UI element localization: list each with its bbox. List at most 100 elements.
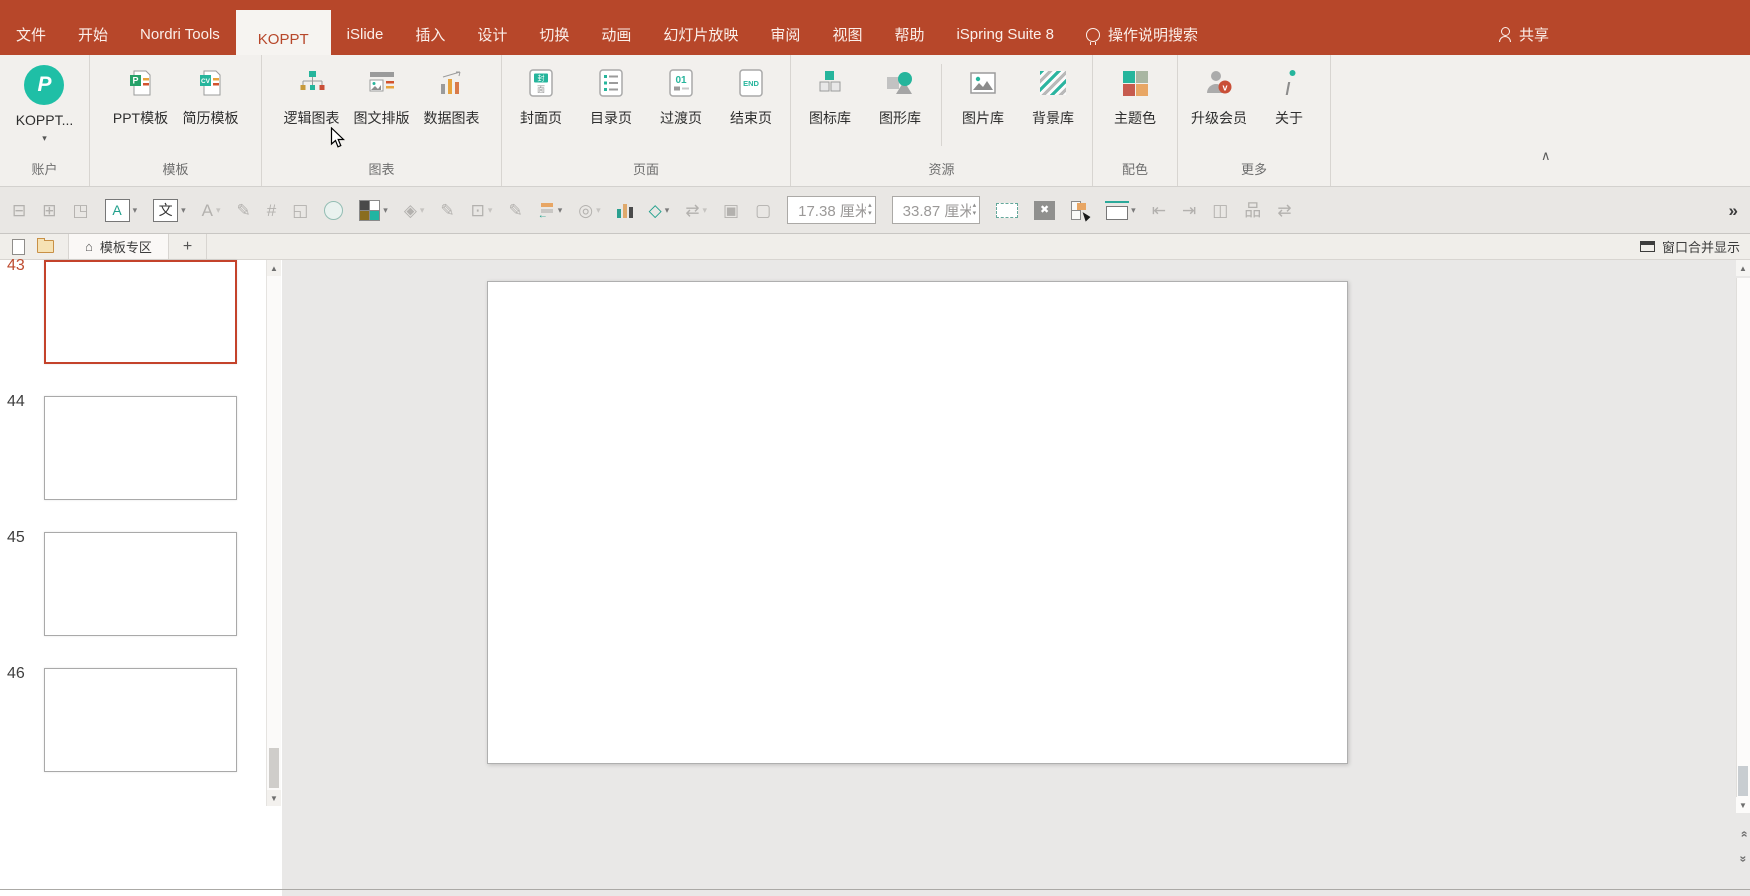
ribbon-group-more: v 升级会员 ı 关于 更多 <box>1178 55 1331 186</box>
menu-animations[interactable]: 动画 <box>585 0 647 55</box>
koppt-account-button[interactable]: P KOPPT... ▾ <box>11 62 79 154</box>
about-label: 关于 <box>1275 108 1303 128</box>
slide-number: 44 <box>7 393 25 411</box>
menu-nordri-tools[interactable]: Nordri Tools <box>124 0 236 55</box>
icon-library-button[interactable]: 图标库 <box>797 62 863 154</box>
arrange-layers-icon-glyph <box>539 202 555 218</box>
menu-view[interactable]: 视图 <box>816 0 878 55</box>
slide-row: 45 <box>0 532 266 642</box>
theme-color-button[interactable]: 主题色 <box>1102 62 1168 154</box>
new-document-icon[interactable] <box>12 239 25 255</box>
format-eyedropper-icon-glyph: ✎ <box>237 202 251 219</box>
lightbulb-icon <box>1086 28 1100 42</box>
theme-color-icon <box>1123 65 1148 101</box>
menu-islide[interactable]: iSlide <box>331 0 400 55</box>
scroll-up-icon[interactable]: ▲ <box>267 260 281 276</box>
send-backward-icon-glyph: ▢ <box>755 202 771 219</box>
data-chart-button[interactable]: 数据图表 <box>419 62 485 154</box>
ribbon-group-charts: 逻辑图表 图文排版 数据图表 图表 <box>262 55 502 186</box>
menu-review[interactable]: 审阅 <box>754 0 816 55</box>
fill-eyedropper-icon-glyph: ✎ <box>440 202 454 219</box>
dropdown-caret[interactable]: ▾ <box>1131 206 1136 215</box>
dropdown-caret[interactable]: ▾ <box>181 206 186 215</box>
transition-page-button[interactable]: 01 过渡页 <box>648 62 714 154</box>
about-button[interactable]: ı 关于 <box>1256 62 1322 154</box>
open-folder-icon[interactable] <box>37 240 54 253</box>
logic-chart-button[interactable]: 逻辑图表 <box>279 62 345 154</box>
slide-thumbnail-43[interactable] <box>44 260 237 364</box>
canvas-scroll-up-icon[interactable]: ▲ <box>1736 260 1750 276</box>
height-spinner[interactable]: ▴▾ <box>868 202 872 217</box>
group-label-charts: 图表 <box>268 154 495 184</box>
swap-position-icon[interactable] <box>1071 201 1090 220</box>
menu-help[interactable]: 帮助 <box>878 0 940 55</box>
next-slide-button[interactable]: » <box>1736 850 1750 868</box>
menu-koppt-active-tab[interactable]: KOPPT <box>236 10 331 55</box>
cover-page-button[interactable]: 封面 封面页 <box>508 62 574 154</box>
menu-ispring-suite[interactable]: iSpring Suite 8 <box>940 0 1070 55</box>
dropdown-caret: ▾ <box>488 206 493 215</box>
menu-transitions[interactable]: 切换 <box>523 0 585 55</box>
thumbnail-scrollbar[interactable]: ▲ ▼ <box>266 260 281 806</box>
slide-thumbnail-46[interactable] <box>44 668 237 772</box>
menu-design[interactable]: 设计 <box>461 0 523 55</box>
canvas-scrollbar[interactable]: ▲ ▼ » » <box>1736 260 1750 896</box>
shape-format-icon[interactable]: ◇▾ <box>649 202 670 219</box>
menu-slideshow[interactable]: 幻灯片放映 <box>647 0 754 55</box>
delete-placeholder-icon[interactable]: ✖ <box>1034 201 1055 220</box>
scrollbar-thumb[interactable] <box>269 748 279 788</box>
slide-thumbnail-44[interactable] <box>44 396 237 500</box>
background-library-button[interactable]: 背景库 <box>1020 62 1086 154</box>
shape-height-field[interactable]: ▴▾ <box>787 196 876 224</box>
more-tools-icon[interactable]: » <box>1729 202 1738 219</box>
dropdown-caret[interactable]: ▾ <box>383 206 388 215</box>
canvas-scrollbar-thumb[interactable] <box>1738 766 1748 796</box>
recolor-swatch-icon[interactable]: ▾ <box>359 200 388 221</box>
dropdown-caret[interactable]: ▾ <box>558 206 563 215</box>
transition-page-icon: 01 <box>666 65 696 101</box>
shape-width-input[interactable] <box>901 201 973 220</box>
cv-template-button[interactable]: CV 简历模板 <box>178 62 244 154</box>
canvas-scroll-down-icon[interactable]: ▼ <box>1736 797 1750 813</box>
canvas-scroll-track[interactable] <box>1736 278 1750 797</box>
text-template-icon[interactable]: A▾ <box>105 199 138 222</box>
org-structure-icon: 品 <box>1244 202 1261 219</box>
menu-insert[interactable]: 插入 <box>399 0 461 55</box>
menu-home[interactable]: 开始 <box>62 0 124 55</box>
oval-shape-icon[interactable] <box>324 201 343 220</box>
slide-canvas[interactable] <box>487 281 1348 764</box>
tab-template-zone[interactable]: ⌂ 模板专区 <box>68 234 169 259</box>
distribute-center-icon: ◫ <box>1212 202 1228 219</box>
svg-text:P: P <box>132 76 138 86</box>
shape-library-icon <box>884 65 916 101</box>
document-tab-bar: ⌂ 模板专区 + 窗口合并显示 <box>0 234 1750 260</box>
dropdown-caret[interactable]: ▾ <box>665 206 670 215</box>
edit-shape-icon-glyph: ⊡ <box>471 202 485 219</box>
width-spinner[interactable]: ▴▾ <box>973 202 977 217</box>
image-text-layout-button[interactable]: 图文排版 <box>349 62 415 154</box>
outline-eyedropper-icon-glyph: ✎ <box>508 202 522 219</box>
picture-library-button[interactable]: 图片库 <box>950 62 1016 154</box>
tell-me-search[interactable]: 操作说明搜索 <box>1070 0 1214 55</box>
previous-slide-button[interactable]: » <box>1736 825 1750 843</box>
collapse-ribbon-icon[interactable]: ∧ <box>1541 148 1551 164</box>
insert-chart-icon[interactable] <box>617 203 633 218</box>
share-button[interactable]: 共享 <box>1483 0 1565 55</box>
shape-width-field[interactable]: ▴▾ <box>892 196 981 224</box>
menu-file[interactable]: 文件 <box>0 0 62 55</box>
end-page-button[interactable]: END 结束页 <box>718 62 784 154</box>
ppt-template-button[interactable]: P PPT模板 <box>108 62 174 154</box>
add-tab-button[interactable]: + <box>169 234 207 259</box>
shape-height-input[interactable] <box>796 201 868 220</box>
scroll-down-icon[interactable]: ▼ <box>267 790 281 806</box>
shape-library-button[interactable]: 图形库 <box>867 62 933 154</box>
textbox-insert-icon[interactable] <box>996 203 1018 218</box>
slide-thumbnail-45[interactable] <box>44 532 237 636</box>
dropdown-caret[interactable]: ▾ <box>133 206 138 215</box>
toc-page-button[interactable]: 目录页 <box>578 62 644 154</box>
text-font-style-icon[interactable]: 文▾ <box>153 199 186 222</box>
window-merge-toggle[interactable]: 窗口合并显示 <box>1640 237 1740 256</box>
upgrade-member-button[interactable]: v 升级会员 <box>1186 62 1252 154</box>
arrange-layers-icon[interactable]: ▾ <box>539 202 563 218</box>
equal-size-icon[interactable]: ▾ <box>1106 201 1136 220</box>
